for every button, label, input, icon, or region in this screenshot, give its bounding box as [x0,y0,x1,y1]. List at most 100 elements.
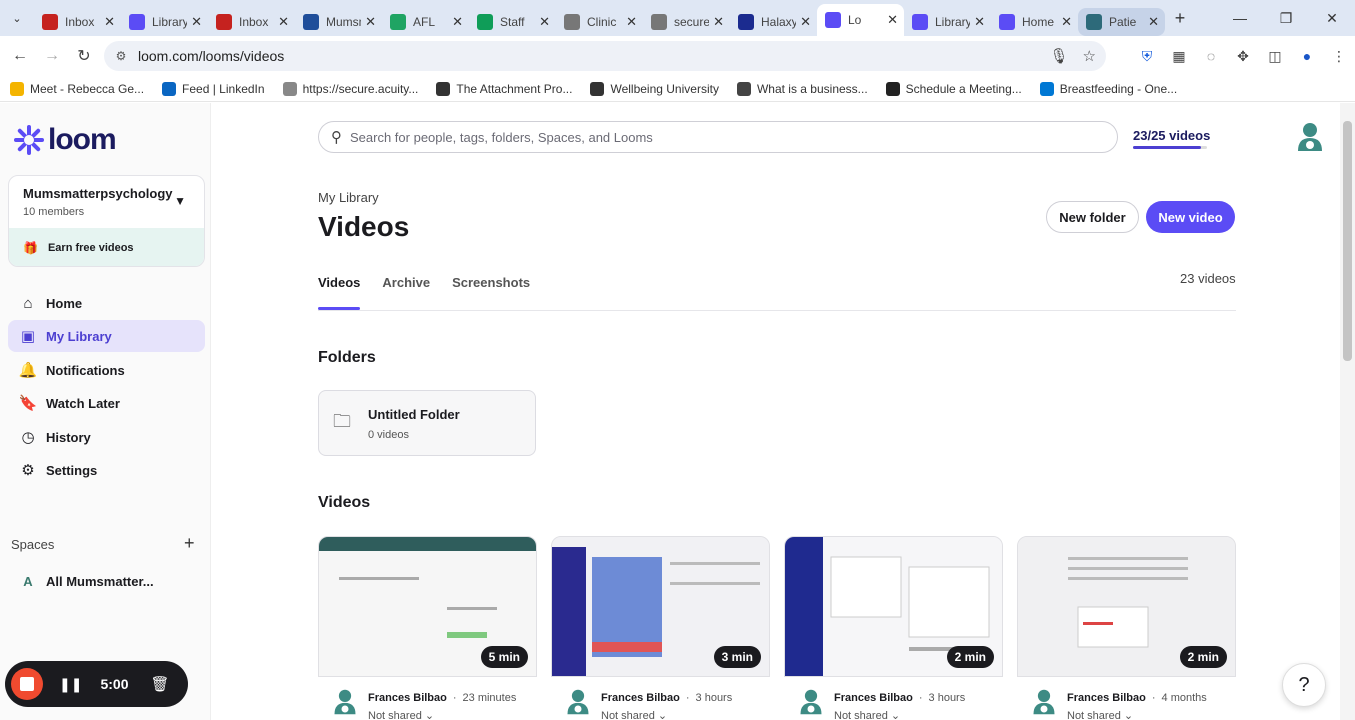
microphone-icon[interactable]: 🎙 [1050,47,1069,65]
browser-tab[interactable]: Inbox ✕ [208,8,295,36]
video-card[interactable]: 2 min Frances Bilbao · 4 months Not shared ⌄ [1017,536,1236,720]
bookmark-item[interactable]: https://secure.acuity... [282,81,418,96]
bookmark-item[interactable]: Breastfeeding - One... [1039,81,1177,96]
share-status-dropdown[interactable]: Not shared ⌄ [1067,709,1207,720]
bookmark-item[interactable]: What is a business... [736,81,868,96]
tab-search-chevron-icon[interactable]: ⌄ [0,0,34,36]
earn-free-videos-link[interactable]: 🎁 Earn free videos [9,228,204,266]
author-avatar[interactable] [332,688,358,716]
bookmark-star-icon[interactable]: ☆ [1083,47,1096,65]
pause-icon[interactable]: ❚❚ [59,676,82,693]
bookmark-item[interactable]: Feed | LinkedIn [162,81,265,96]
tab-close-icon[interactable]: ✕ [278,14,289,30]
video-thumbnail[interactable]: 5 min [318,536,537,677]
user-avatar[interactable] [1296,121,1324,153]
address-bar[interactable]: ⚙ loom.com/looms/videos 🎙 ☆ [104,41,1106,71]
author-avatar[interactable] [798,688,824,716]
tab-close-icon[interactable]: ✕ [887,12,898,28]
side-panel-icon[interactable]: ◫ [1259,48,1291,65]
space-item-all[interactable]: A All Mumsmatter... [18,571,153,591]
maximize-icon[interactable]: ❐ [1263,0,1309,36]
browser-tab[interactable]: Home ✕ [991,8,1078,36]
add-space-plus-icon[interactable]: + [184,533,195,554]
workspace-members: 10 members [23,206,85,218]
video-thumbnail[interactable]: 2 min [784,536,1003,677]
browser-tab[interactable]: Halaxy ✕ [730,8,817,36]
loom-logo[interactable]: loom [14,123,117,157]
tab-close-icon[interactable]: ✕ [974,14,985,30]
share-status-dropdown[interactable]: Not shared ⌄ [834,709,965,720]
video-quota[interactable]: 23/25 videos [1133,128,1210,143]
browser-tab[interactable]: Library ✕ [121,8,208,36]
scroll-thumb[interactable] [1343,121,1352,361]
chevron-down-icon[interactable]: ▼ [174,194,186,208]
tab-close-icon[interactable]: ✕ [1061,14,1072,30]
tab-close-icon[interactable]: ✕ [452,14,463,30]
share-status-dropdown[interactable]: Not shared ⌄ [368,709,516,720]
tab-screenshots[interactable]: Screenshots [452,275,530,310]
browser-tab[interactable]: Clinic ✕ [556,8,643,36]
sidebar-item-notifications[interactable]: 🔔 Notifications [8,354,205,386]
browser-tab[interactable]: Patie ✕ [1078,8,1165,36]
tab-close-icon[interactable]: ✕ [713,14,724,30]
browser-tab[interactable]: secure ✕ [643,8,730,36]
browser-menu-icon[interactable]: ⋮ [1323,48,1355,65]
sidebar-item-history[interactable]: ◷ History [8,421,205,453]
breadcrumb[interactable]: My Library [318,190,379,205]
tab-close-icon[interactable]: ✕ [191,14,202,30]
new-folder-button[interactable]: New folder [1046,201,1139,233]
help-button[interactable]: ? [1282,663,1326,707]
minimize-icon[interactable]: — [1217,0,1263,36]
back-arrow-icon[interactable]: ← [4,40,36,72]
bookmark-item[interactable]: Meet - Rebecca Ge... [10,81,144,96]
puzzle-extensions-icon[interactable]: ✥ [1227,48,1259,65]
browser-tab[interactable]: AFL ✕ [382,8,469,36]
profile-icon[interactable]: ● [1291,48,1323,64]
bookmark-item[interactable]: Wellbeing University [590,81,719,96]
video-card[interactable]: 5 min Frances Bilbao · 23 minutes Not shared… [318,536,537,720]
sidebar-item-my-library[interactable]: ▣ My Library [8,320,205,352]
close-window-icon[interactable]: ✕ [1309,0,1355,36]
sidebar-item-watch-later[interactable]: 🔖 Watch Later [8,387,205,419]
bookmark-item[interactable]: Schedule a Meeting... [885,81,1022,96]
tab-close-icon[interactable]: ✕ [1148,14,1159,30]
browser-tab[interactable]: Inbox ✕ [34,8,121,36]
search-bar[interactable]: ⚲ [318,121,1118,153]
forward-arrow-icon[interactable]: → [36,40,68,72]
tab-close-icon[interactable]: ✕ [365,14,376,30]
tab-close-icon[interactable]: ✕ [626,14,637,30]
new-video-button[interactable]: New video [1146,201,1235,233]
search-input[interactable] [350,129,1050,145]
browser-tab[interactable]: Mumsmatter ✕ [295,8,382,36]
tab-close-icon[interactable]: ✕ [800,14,811,30]
video-thumbnail[interactable]: 2 min [1017,536,1236,677]
tab-archive[interactable]: Archive [382,275,430,310]
reload-icon[interactable]: ↻ [68,40,100,72]
folder-card[interactable]: 🗀 Untitled Folder 0 videos [318,390,536,456]
browser-tab[interactable]: Lo ✕ [817,4,904,36]
video-card[interactable]: 2 min Frances Bilbao · 3 hours Not shared ⌄ [784,536,1003,720]
tab-videos[interactable]: Videos [318,275,361,310]
video-card[interactable]: 3 min Frances Bilbao · 3 hours Not shared ⌄ [551,536,770,720]
bookmark-item[interactable]: The Attachment Pro... [436,81,572,96]
share-status-dropdown[interactable]: Not shared ⌄ [601,709,732,720]
video-thumbnail[interactable]: 3 min [551,536,770,677]
gmail-icon [216,14,232,30]
trash-icon[interactable]: 🗑 [151,675,170,693]
tab-close-icon[interactable]: ✕ [539,14,550,30]
bitwarden-extension-icon[interactable]: ⛨ [1131,48,1163,65]
browser-tab[interactable]: Library ✕ [904,8,991,36]
sidebar-item-settings[interactable]: ⚙ Settings [8,454,205,486]
browser-tab[interactable]: Staff ✕ [469,8,556,36]
extension-icon[interactable]: ▦ [1163,48,1195,65]
sidebar-item-home[interactable]: ⌂ Home [8,287,205,319]
page-scrollbar[interactable] [1340,103,1355,720]
site-info-icon[interactable]: ⚙ [104,49,138,63]
author-avatar[interactable] [1031,688,1057,716]
chat-extension-icon[interactable]: ◌ [1195,48,1227,64]
author-avatar[interactable] [565,688,591,716]
new-tab-plus-icon[interactable]: + [1165,8,1195,29]
tab-close-icon[interactable]: ✕ [104,14,115,30]
workspace-switcher[interactable]: Mumsmatterpsychology 10 members ▼ 🎁 Earn… [8,175,205,267]
stop-recording-button[interactable] [11,668,43,700]
